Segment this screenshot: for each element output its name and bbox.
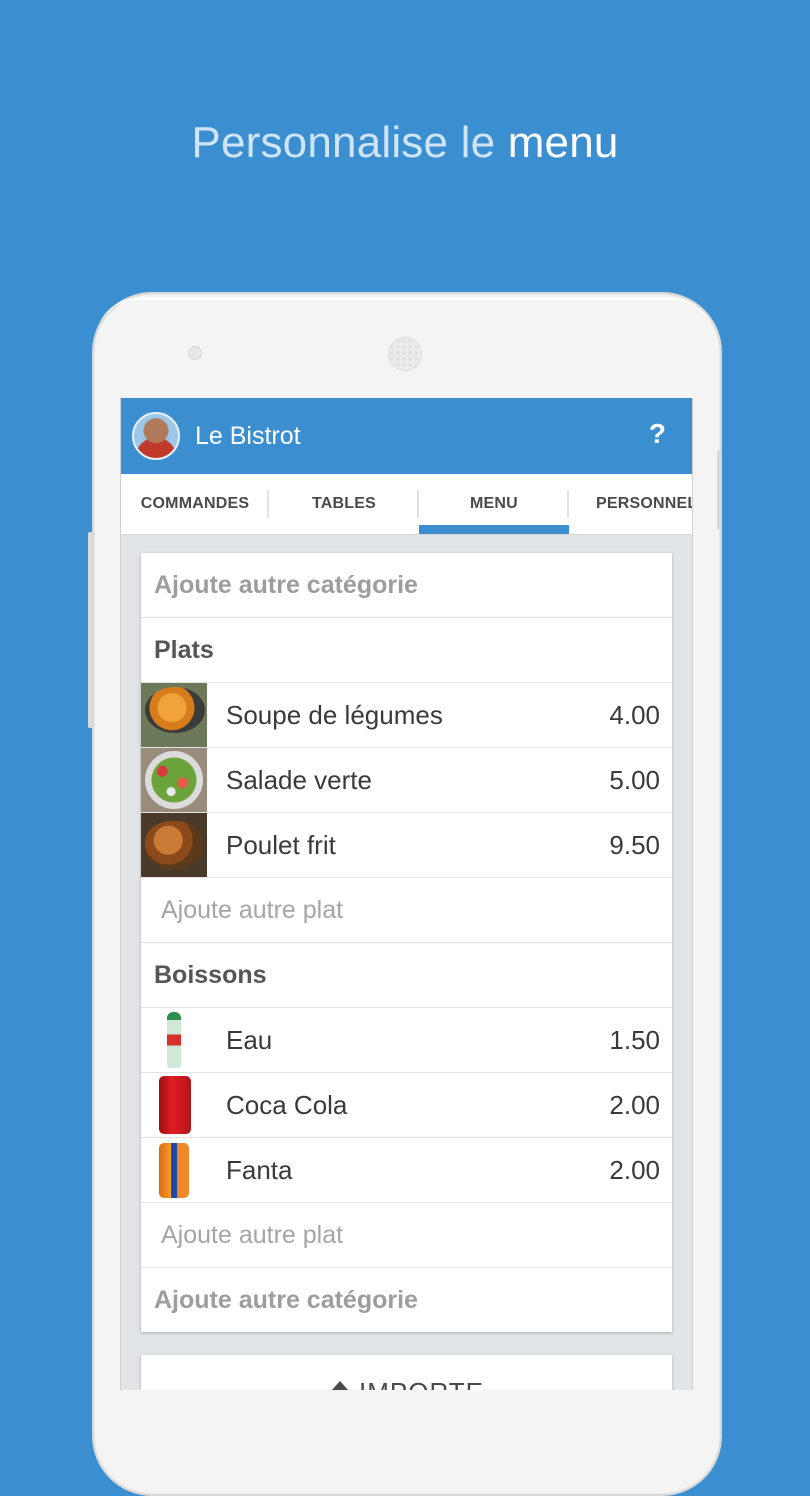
add-category-button[interactable]: Ajoute autre catégorie: [141, 1268, 672, 1332]
add-category-button[interactable]: Ajoute autre catégorie: [141, 553, 672, 618]
category-header[interactable]: Plats: [141, 618, 672, 683]
item-name: Coca Cola: [226, 1089, 348, 1120]
app-title: Le Bistrot: [195, 421, 301, 450]
app-screen: Le Bistrot ? COMMANDES TABLES MENU PERSO…: [120, 398, 693, 1390]
promo-headline-light: Personnalise le: [191, 118, 496, 167]
import-button[interactable]: IMPORTE: [141, 1355, 672, 1390]
tab-label: MENU: [470, 495, 518, 512]
front-camera: [188, 346, 202, 360]
item-name: Fanta: [226, 1154, 293, 1185]
menu-item[interactable]: Salade verte 5.00: [141, 748, 672, 813]
menu-item[interactable]: Fanta 2.00: [141, 1138, 672, 1203]
tab-tables[interactable]: TABLES: [269, 474, 419, 534]
phone-bevel: [96, 298, 714, 340]
app-bar: Le Bistrot ?: [121, 398, 692, 474]
import-content: IMPORTE: [141, 1377, 672, 1390]
menu-item[interactable]: Coca Cola 2.00: [141, 1073, 672, 1138]
menu-item[interactable]: Eau 1.50: [141, 1008, 672, 1073]
salad-photo-icon: [141, 748, 207, 812]
item-name: Eau: [226, 1024, 273, 1055]
item-price: 2.00: [609, 1154, 660, 1185]
menu-item[interactable]: Soupe de légumes 4.00: [141, 683, 672, 748]
tab-label: PERSONNEL: [596, 495, 692, 512]
tab-label: COMMANDES: [140, 495, 250, 512]
phone-power-button: [717, 450, 722, 530]
tab-menu[interactable]: MENU: [419, 474, 569, 534]
upload-icon: [329, 1377, 351, 1390]
item-price: 1.50: [609, 1024, 660, 1055]
item-price: 9.50: [609, 829, 660, 860]
phone-volume-button: [88, 532, 93, 728]
coca-cola-can-photo-icon: [141, 1073, 207, 1137]
import-label: IMPORTE: [359, 1377, 484, 1390]
phone-speaker: [388, 337, 422, 371]
help-button[interactable]: ?: [649, 418, 666, 450]
tab-bar: COMMANDES TABLES MENU PERSONNEL: [121, 474, 692, 535]
category-header[interactable]: Boissons: [141, 943, 672, 1008]
fried-chicken-photo-icon: [141, 813, 207, 877]
tab-label: TABLES: [311, 495, 376, 512]
item-price: 5.00: [609, 764, 660, 795]
item-name: Soupe de légumes: [226, 699, 443, 730]
soup-photo-icon: [141, 683, 207, 747]
add-item-button[interactable]: Ajoute autre plat: [141, 878, 672, 943]
item-price: 4.00: [609, 699, 660, 730]
menu-item[interactable]: Poulet frit 9.50: [141, 813, 672, 878]
water-bottle-photo-icon: [141, 1008, 207, 1072]
tab-commandes[interactable]: COMMANDES: [121, 474, 269, 534]
promo-headline-bold: menu: [507, 118, 619, 167]
fanta-can-photo-icon: [141, 1138, 207, 1202]
item-name: Poulet frit: [226, 829, 336, 860]
item-price: 2.00: [609, 1089, 660, 1120]
promo-headline: Personnalise le menu: [0, 118, 810, 168]
avatar[interactable]: [132, 412, 180, 460]
menu-card: Ajoute autre catégorie Plats Soupe de lé…: [141, 553, 672, 1332]
tab-personnel[interactable]: PERSONNEL: [569, 474, 692, 534]
add-item-button[interactable]: Ajoute autre plat: [141, 1203, 672, 1268]
item-name: Salade verte: [226, 764, 372, 795]
